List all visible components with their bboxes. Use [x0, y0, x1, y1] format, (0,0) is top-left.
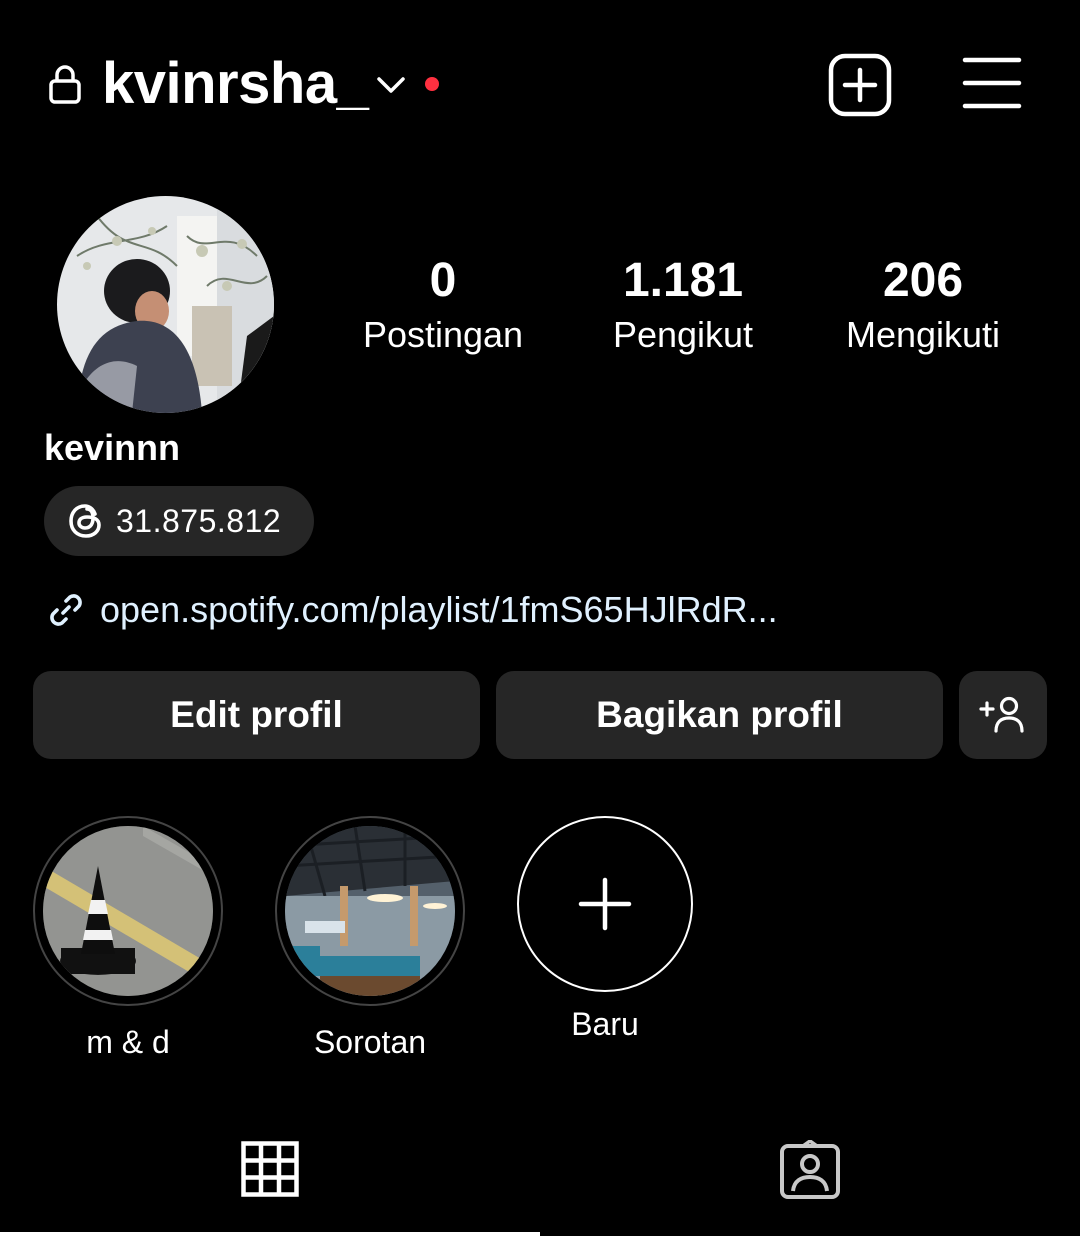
menu-icon[interactable] [962, 55, 1022, 111]
stat-followers-label: Pengikut [612, 314, 754, 355]
grid-icon[interactable] [241, 1141, 299, 1197]
stat-following-value: 206 [882, 254, 964, 307]
link-icon [50, 594, 82, 626]
lock-icon [49, 65, 81, 104]
add-person-icon [979, 696, 1024, 733]
stat-posts-label: Postingan [362, 314, 524, 355]
highlight-label: Baru [571, 1006, 639, 1042]
profile-username[interactable]: kvinrsha_ [102, 50, 369, 118]
highlight-cover-image [285, 826, 455, 996]
plus-icon [578, 877, 632, 931]
stat-following[interactable]: 206 Mengikuti [803, 252, 1043, 360]
display-name: kevinnn [44, 427, 181, 468]
profile-link[interactable]: open.spotify.com/playlist/1fmS65HJlRdR..… [44, 588, 778, 632]
threads-icon [69, 504, 101, 538]
stat-followers[interactable]: 1.181 Pengikut [563, 252, 803, 360]
highlight-cover-image [43, 826, 213, 996]
stat-following-label: Mengikuti [845, 314, 1001, 355]
notification-dot [425, 77, 439, 91]
tagged-icon[interactable] [779, 1140, 841, 1200]
stat-posts-value: 0 [429, 254, 457, 307]
link-text: open.spotify.com/playlist/1fmS65HJlRdR..… [100, 589, 778, 630]
highlight-label: Sorotan [313, 1024, 427, 1060]
threads-badge[interactable]: 31.875.812 [44, 486, 314, 556]
highlight-item[interactable]: m & d [33, 816, 223, 1061]
stat-followers-value: 1.181 [622, 254, 744, 307]
highlight-ring [33, 816, 223, 1006]
chevron-down-icon[interactable] [376, 74, 406, 96]
new-highlight-ring [517, 816, 693, 992]
avatar[interactable] [57, 196, 274, 413]
add-post-icon[interactable] [828, 53, 892, 117]
highlight-ring [275, 816, 465, 1006]
highlight-item[interactable]: Sorotan [275, 816, 465, 1061]
edit-profile-button[interactable]: Edit profil [33, 671, 480, 759]
discover-people-button[interactable] [959, 671, 1047, 759]
active-tab-indicator [0, 1232, 540, 1236]
stat-posts[interactable]: 0 Postingan [323, 252, 563, 360]
highlight-label: m & d [86, 1024, 170, 1060]
new-highlight[interactable]: Baru [510, 816, 700, 1043]
share-profile-button[interactable]: Bagikan profil [496, 671, 943, 759]
threads-count: 31.875.812 [116, 502, 282, 539]
